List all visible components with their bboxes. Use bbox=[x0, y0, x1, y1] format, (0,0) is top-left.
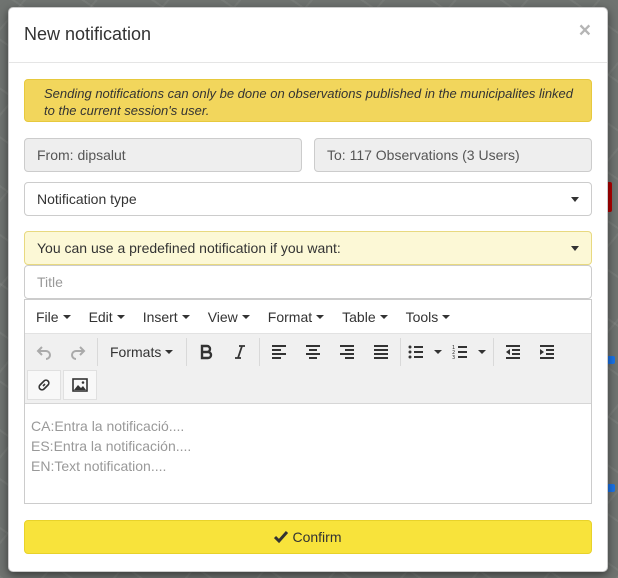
placeholder-line-ca: CA:Entra la notificació.... bbox=[31, 418, 185, 434]
link-icon[interactable] bbox=[27, 370, 61, 400]
toolbar-row bbox=[27, 370, 99, 400]
menu-table-label: Table bbox=[342, 308, 376, 325]
chevron-down-icon bbox=[379, 314, 388, 319]
placeholder-line-es: ES:Entra la notificación.... bbox=[31, 438, 192, 454]
menu-edit[interactable]: Edit bbox=[80, 300, 134, 334]
italic-icon[interactable] bbox=[223, 338, 257, 366]
confirm-button[interactable]: Confirm bbox=[24, 520, 592, 554]
redo-icon[interactable] bbox=[61, 338, 95, 366]
permissions-alert: Sending notifications can only be done o… bbox=[24, 79, 592, 122]
predefined-notification-select[interactable]: You can use a predefined notification if… bbox=[24, 231, 592, 265]
check-icon bbox=[274, 531, 289, 544]
undo-icon[interactable] bbox=[27, 338, 61, 366]
rich-text-editor: File Edit Insert View Format Table Tools bbox=[24, 299, 592, 504]
style-group bbox=[189, 338, 260, 366]
map-point bbox=[607, 356, 615, 364]
menu-format-label: Format bbox=[267, 308, 313, 325]
chevron-down-icon bbox=[442, 314, 451, 319]
outdent-icon[interactable] bbox=[496, 338, 530, 366]
notification-type-value: Notification type bbox=[37, 191, 137, 207]
menu-view[interactable]: View bbox=[199, 300, 259, 334]
placeholder-line-en: EN:Text notification.... bbox=[31, 458, 167, 474]
menu-insert[interactable]: Insert bbox=[134, 300, 199, 334]
chevron-down-icon bbox=[165, 350, 174, 354]
chevron-down-icon[interactable] bbox=[429, 338, 447, 366]
from-field: From: dipsalut bbox=[24, 138, 302, 172]
indent-group bbox=[496, 338, 566, 366]
align-justify-icon[interactable] bbox=[364, 338, 398, 366]
close-button[interactable]: × bbox=[579, 20, 591, 41]
chevron-down-icon bbox=[116, 314, 125, 319]
svg-text:3: 3 bbox=[452, 355, 455, 360]
chevron-down-icon bbox=[316, 314, 325, 319]
chevron-down-icon bbox=[241, 314, 250, 319]
chevron-down-icon bbox=[62, 314, 71, 319]
list-group: 123 bbox=[403, 338, 494, 366]
formats-group: Formats bbox=[100, 338, 187, 366]
menu-file-label: File bbox=[36, 308, 59, 325]
align-left-icon[interactable] bbox=[262, 338, 296, 366]
modal-title: New notification bbox=[24, 24, 152, 44]
chevron-down-icon bbox=[181, 314, 190, 319]
editor-content-area[interactable]: CA:Entra la notificació.... ES:Entra la … bbox=[25, 404, 591, 488]
menu-file[interactable]: File bbox=[27, 300, 80, 334]
history-group bbox=[27, 338, 98, 366]
editor-menubar: File Edit Insert View Format Table Tools bbox=[25, 300, 591, 334]
numbered-list-icon[interactable]: 123 bbox=[447, 338, 473, 366]
menu-edit-label: Edit bbox=[88, 308, 113, 325]
menu-view-label: View bbox=[207, 308, 238, 325]
menu-format[interactable]: Format bbox=[259, 300, 333, 334]
indent-icon[interactable] bbox=[530, 338, 564, 366]
chevron-down-icon[interactable] bbox=[473, 338, 491, 366]
formats-label: Formats bbox=[110, 344, 162, 360]
menu-table[interactable]: Table bbox=[333, 300, 396, 334]
editor-toolbar: Formats 1 2 3 bbox=[25, 334, 591, 404]
notification-type-select[interactable]: Notification type bbox=[24, 182, 592, 216]
align-right-icon[interactable] bbox=[330, 338, 364, 366]
menu-tools[interactable]: Tools bbox=[397, 300, 460, 334]
bold-icon[interactable] bbox=[189, 338, 223, 366]
confirm-label: Confirm bbox=[292, 529, 342, 545]
title-input[interactable] bbox=[24, 265, 592, 299]
new-notification-modal: New notification × Sending notifications… bbox=[8, 7, 608, 572]
menu-insert-label: Insert bbox=[142, 308, 178, 325]
map-point bbox=[607, 484, 615, 492]
formats-dropdown[interactable]: Formats bbox=[100, 338, 184, 366]
align-center-icon[interactable] bbox=[296, 338, 330, 366]
predefined-notification-value: You can use a predefined notification if… bbox=[37, 240, 341, 256]
modal-header: New notification × bbox=[9, 8, 607, 63]
chevron-down-icon bbox=[571, 197, 579, 202]
menu-tools-label: Tools bbox=[405, 308, 439, 325]
align-group bbox=[262, 338, 401, 366]
image-icon[interactable] bbox=[63, 370, 97, 400]
toolbar-row: Formats 1 2 3 bbox=[27, 338, 568, 366]
to-field: To: 117 Observations (3 Users) bbox=[314, 138, 592, 172]
bullet-list-icon[interactable] bbox=[403, 338, 429, 366]
chevron-down-icon bbox=[571, 246, 579, 251]
